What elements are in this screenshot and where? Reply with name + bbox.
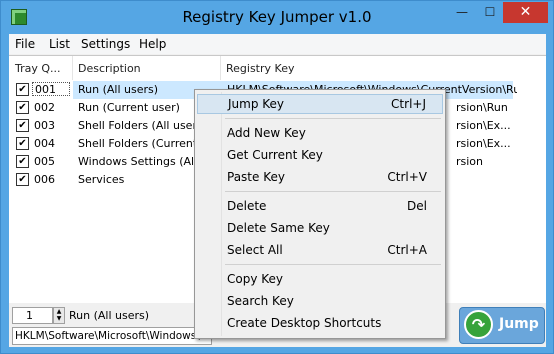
menu-list[interactable]: List	[49, 37, 70, 51]
menu-item-jump-key[interactable]: Jump Key Ctrl+J	[197, 94, 443, 114]
menu-item-delete-same-key[interactable]: Delete Same Key	[197, 218, 443, 238]
column-header-description[interactable]: Description	[74, 56, 221, 80]
row-checkbox[interactable]: ✔	[16, 173, 29, 186]
menu-item-add-new-key[interactable]: Add New Key	[197, 123, 443, 143]
menu-bar: File List Settings Help	[9, 34, 546, 54]
row-number: 003	[34, 119, 55, 132]
menu-settings[interactable]: Settings	[81, 37, 130, 51]
maximize-button[interactable]: ☐	[477, 2, 503, 23]
menu-item-search-key[interactable]: Search Key	[197, 291, 443, 311]
menu-item-label: Select All	[227, 243, 283, 257]
jump-button-label: Jump	[499, 316, 539, 332]
registry-path-field[interactable]: HKLM\Software\Microsoft\Windows\C	[12, 327, 212, 345]
row-checkbox[interactable]: ✔	[16, 137, 29, 150]
current-description: Run (All users)	[69, 309, 150, 322]
close-button[interactable]: ✕	[503, 2, 548, 23]
menu-item-paste-key[interactable]: Paste Key Ctrl+V	[197, 167, 443, 187]
menu-item-label: Delete	[227, 199, 267, 213]
menu-item-delete[interactable]: Delete Del	[197, 196, 443, 216]
row-checkbox[interactable]: ✔	[16, 101, 29, 114]
row-number: 004	[34, 137, 55, 150]
menu-item-shortcut: Ctrl+A	[387, 243, 427, 257]
menu-item-create-desktop-shortcuts[interactable]: Create Desktop Shortcuts	[197, 313, 443, 333]
row-registry-key: rsion\Ex...	[456, 119, 511, 132]
jump-arrow-icon: ↷	[464, 310, 493, 339]
context-menu: Jump Key Ctrl+J Add New Key Get Current Key…	[194, 89, 446, 339]
spin-arrows[interactable]: ▲ ▼	[53, 307, 65, 324]
menu-item-label: Add New Key	[227, 126, 306, 140]
row-checkbox[interactable]: ✔	[16, 119, 29, 132]
row-registry-key: rsion\Ex...	[456, 137, 511, 150]
row-checkbox[interactable]: ✔	[16, 155, 29, 168]
row-checkbox[interactable]: ✔	[16, 83, 29, 96]
minimize-button[interactable]: —	[449, 2, 475, 23]
menu-item-shortcut: Ctrl+J	[391, 97, 426, 111]
row-registry-key: rsion\Run	[456, 101, 508, 114]
menu-separator	[225, 264, 441, 265]
menu-help[interactable]: Help	[139, 37, 166, 51]
menu-separator	[225, 118, 441, 119]
menu-separator	[225, 191, 441, 192]
menu-item-label: Search Key	[227, 294, 294, 308]
menu-item-copy-key[interactable]: Copy Key	[197, 269, 443, 289]
menu-item-label: Paste Key	[227, 170, 285, 184]
row-number: 006	[34, 173, 55, 186]
menu-item-shortcut: Ctrl+V	[387, 170, 427, 184]
menu-item-label: Create Desktop Shortcuts	[227, 316, 382, 330]
menu-item-label: Delete Same Key	[227, 221, 330, 235]
menu-item-label: Copy Key	[227, 272, 284, 286]
jump-button[interactable]: ↷ Jump	[459, 307, 545, 344]
menu-file[interactable]: File	[15, 37, 35, 51]
row-number: 005	[34, 155, 55, 168]
menu-item-shortcut: Del	[407, 199, 427, 213]
column-header-registry-key[interactable]: Registry Key	[222, 56, 546, 80]
tray-number-input[interactable]: 1	[12, 307, 53, 324]
title-bar[interactable]: Registry Key Jumper v1.0 — ☐ ✕	[1, 1, 553, 34]
menu-item-label: Jump Key	[228, 97, 285, 111]
row-registry-key: rsion	[456, 155, 484, 168]
column-header-tray[interactable]: Tray Q...	[11, 56, 73, 80]
row-number: 002	[34, 101, 55, 114]
menu-item-select-all[interactable]: Select All Ctrl+A	[197, 240, 443, 260]
row-number: 001	[32, 82, 70, 96]
menu-item-label: Get Current Key	[227, 148, 323, 162]
menu-item-get-current-key[interactable]: Get Current Key	[197, 145, 443, 165]
